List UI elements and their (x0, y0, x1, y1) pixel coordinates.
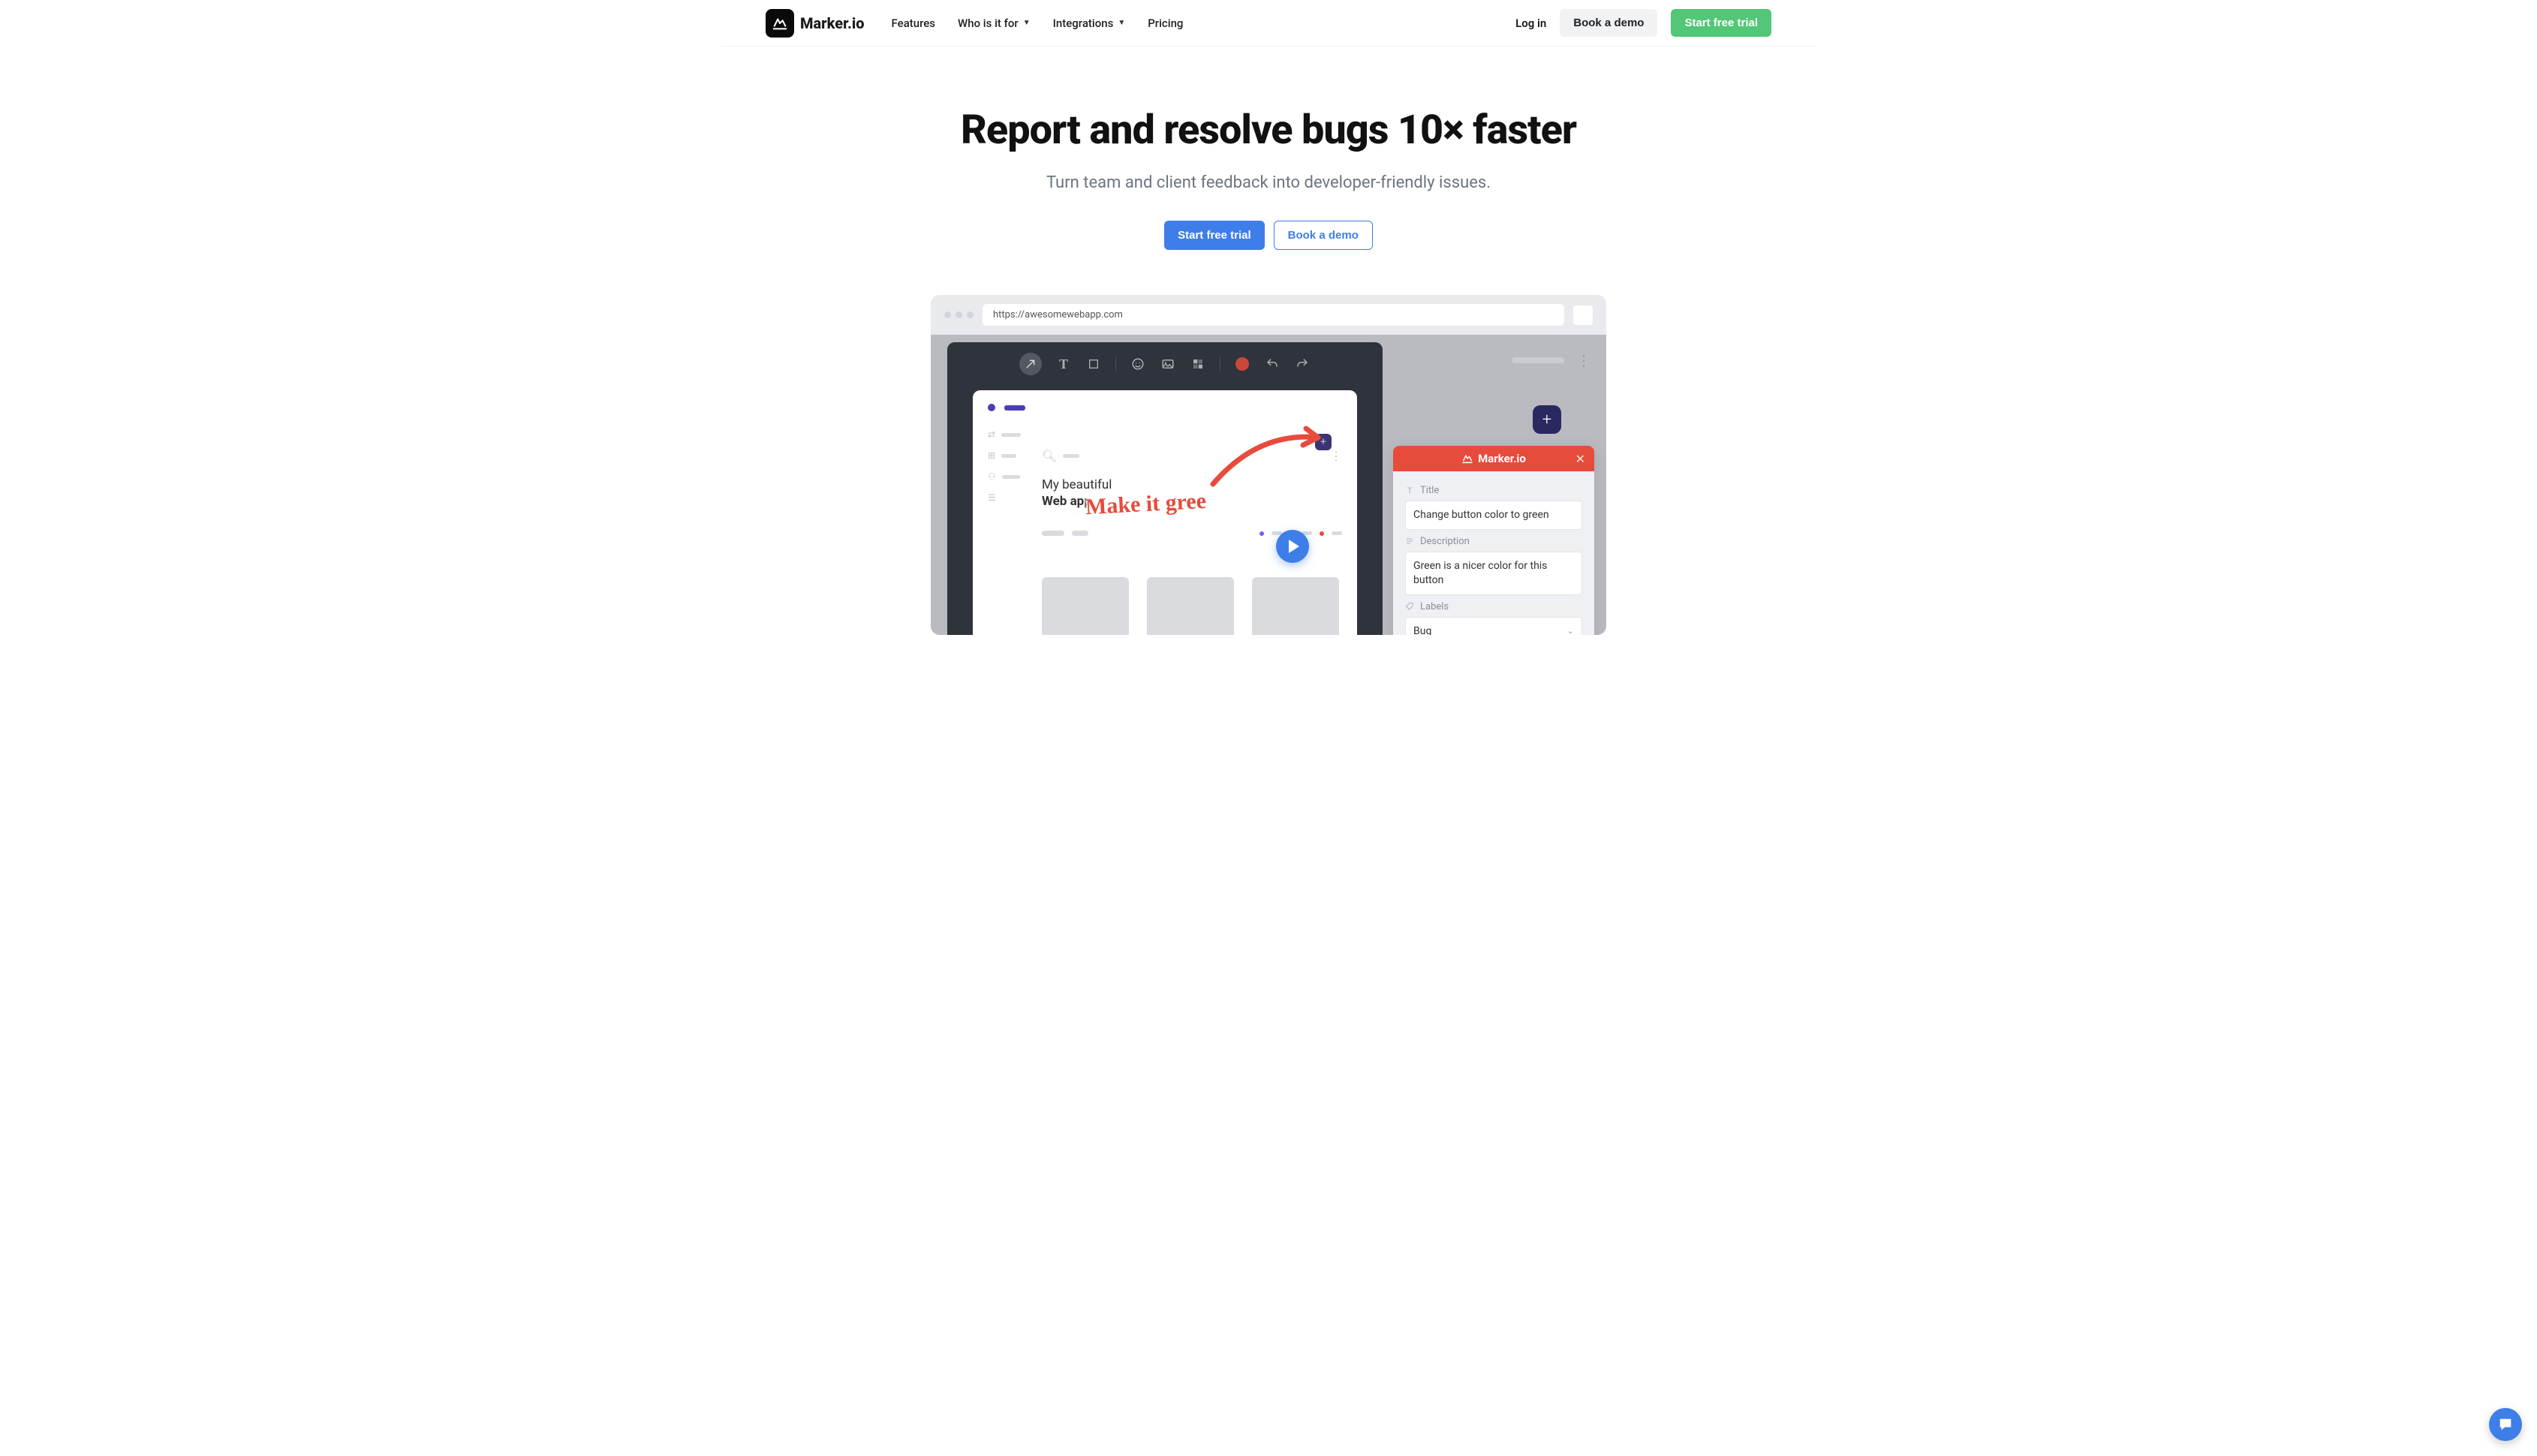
logo-mark-icon (766, 9, 794, 38)
book-demo-button[interactable]: Book a demo (1560, 9, 1657, 37)
sidebar-nav-item: ☰ (988, 492, 1033, 503)
labels-field-label: Labels (1405, 601, 1582, 612)
start-trial-button[interactable]: Start free trial (1671, 9, 1771, 37)
blur-tool-icon[interactable] (1190, 356, 1206, 372)
brand-name: Marker.io (800, 14, 865, 32)
redo-icon[interactable] (1294, 356, 1311, 372)
sidebar-nav-item: ⚇ (988, 471, 1033, 482)
editor-canvas: ⇄ ⊞ ⚇ ☰ 🔍︎⋮ My beautiful Web app (973, 390, 1357, 635)
feedback-widget: Marker.io ✕ Title Change button color to… (1393, 446, 1594, 635)
sidebar-nav-item: ⇄ (988, 429, 1033, 440)
emoji-tool-icon[interactable] (1130, 356, 1146, 372)
title-field-label: Title (1405, 485, 1582, 496)
description-field-label: Description (1405, 536, 1582, 547)
browser-chrome: https://awesomewebapp.com (931, 295, 1606, 335)
content-thumbnail (1252, 577, 1339, 635)
nav-integrations[interactable]: Integrations▼ (1053, 17, 1126, 30)
nav-pricing[interactable]: Pricing (1148, 17, 1183, 30)
close-icon[interactable]: ✕ (1575, 452, 1585, 466)
image-tool-icon[interactable] (1160, 356, 1176, 372)
browser-extension-icon (1573, 305, 1593, 325)
sidebar-nav-item: ⊞ (988, 450, 1033, 461)
nav-links: Features Who is it for▼ Integrations▼ Pr… (892, 17, 1184, 30)
feedback-fab-button[interactable]: + (1533, 405, 1561, 434)
hero-book-demo-button[interactable]: Book a demo (1274, 221, 1373, 250)
hero-headline: Report and resolve bugs 10× faster (871, 107, 1666, 154)
chevron-down-icon: ⌄ (1567, 626, 1574, 635)
brand-logo[interactable]: Marker.io (766, 9, 865, 38)
content-thumbnail (1147, 577, 1234, 635)
chevron-down-icon: ▼ (1118, 19, 1125, 27)
editor-toolbar: T (947, 342, 1383, 386)
rectangle-tool-icon[interactable] (1085, 356, 1102, 372)
arrow-tool-icon[interactable] (1019, 353, 1042, 375)
undo-icon[interactable] (1264, 356, 1281, 372)
hero-subtitle: Turn team and client feedback into devel… (871, 173, 1666, 192)
hero: Report and resolve bugs 10× faster Turn … (856, 107, 1681, 250)
url-bar: https://awesomewebapp.com (983, 304, 1564, 326)
product-screenshot: https://awesomewebapp.com ⋮ T (931, 295, 1606, 635)
nav-features[interactable]: Features (892, 17, 935, 30)
annotation-editor: T ⇄ ⊞ ⚇ ☰ (947, 342, 1383, 635)
chat-support-button[interactable] (2489, 1408, 2522, 1441)
content-thumbnail (1042, 577, 1129, 635)
navbar: Marker.io Features Who is it for▼ Integr… (721, 0, 1816, 47)
traffic-lights-icon (944, 311, 974, 318)
chevron-down-icon: ▼ (1023, 19, 1031, 27)
text-tool-icon[interactable]: T (1055, 356, 1072, 372)
widget-brand: Marker.io (1478, 452, 1526, 465)
nav-who-is-it-for[interactable]: Who is it for▼ (958, 17, 1031, 30)
play-video-button[interactable] (1276, 530, 1309, 563)
color-picker-icon[interactable] (1234, 356, 1250, 372)
page-menu-placeholder: ⋮ (1512, 351, 1590, 369)
kebab-menu-icon: ⋮ (1576, 351, 1590, 369)
labels-select[interactable]: Bug ⌄ (1405, 617, 1582, 635)
hero-start-trial-button[interactable]: Start free trial (1164, 221, 1265, 250)
title-input[interactable]: Change button color to green (1405, 501, 1582, 530)
description-input[interactable]: Green is a nicer color for this button (1405, 552, 1582, 595)
login-link[interactable]: Log in (1515, 17, 1546, 30)
annotation-arrow-icon (1205, 424, 1333, 492)
widget-header: Marker.io ✕ (1393, 446, 1594, 471)
